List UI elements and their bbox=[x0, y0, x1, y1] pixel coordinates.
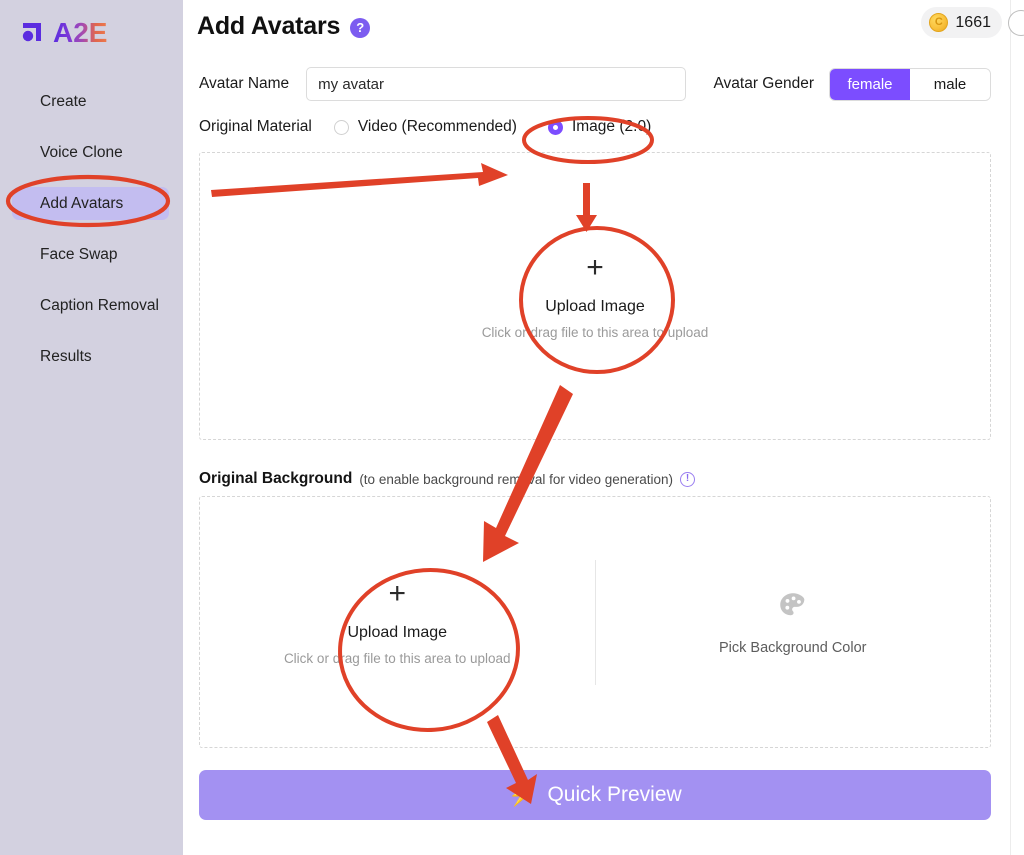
page-header: Add Avatars ? C 1661 bbox=[183, 0, 1024, 52]
sidebar-item-label: Results bbox=[40, 347, 92, 365]
credits-badge[interactable]: C 1661 bbox=[921, 7, 1002, 38]
app-root: A2E Create Voice Clone Add Avatars Face … bbox=[0, 0, 1024, 855]
sidebar: A2E Create Voice Clone Add Avatars Face … bbox=[0, 0, 183, 855]
sidebar-nav: Create Voice Clone Add Avatars Face Swap… bbox=[0, 85, 183, 373]
original-material-label: Original Material bbox=[199, 118, 312, 135]
user-avatar[interactable] bbox=[1008, 9, 1024, 36]
sidebar-item-create[interactable]: Create bbox=[12, 85, 169, 118]
a2e-mark-icon bbox=[22, 22, 41, 41]
brand-logo[interactable]: A2E bbox=[0, 0, 183, 52]
page-title: Add Avatars bbox=[197, 11, 341, 40]
radio-unchecked-icon bbox=[333, 119, 349, 135]
form-panel: Avatar Name Avatar Gender female male Or… bbox=[183, 52, 1024, 820]
sidebar-item-voice-clone[interactable]: Voice Clone bbox=[12, 136, 169, 169]
original-background-hint: (to enable background removal for video … bbox=[359, 471, 674, 487]
sidebar-item-label: Caption Removal bbox=[40, 296, 159, 314]
original-background-label: Original Background bbox=[199, 470, 353, 487]
upload-image-subtitle: Click or drag file to this area to uploa… bbox=[481, 324, 709, 340]
upload-image-title: Upload Image bbox=[545, 297, 645, 315]
background-upload-half[interactable]: + Upload Image Click or drag file to thi… bbox=[200, 497, 595, 747]
avatar-name-input[interactable] bbox=[306, 67, 687, 101]
gender-segmented-control: female male bbox=[829, 67, 991, 101]
radio-checked-icon bbox=[547, 119, 563, 135]
coin-icon: C bbox=[929, 13, 949, 32]
sidebar-item-add-avatars[interactable]: Add Avatars bbox=[12, 187, 169, 220]
gender-group: Avatar Gender female male bbox=[713, 67, 991, 101]
dropzone-inner: + Upload Image Click or drag file to thi… bbox=[481, 250, 709, 340]
material-option-label: Image (2.0) bbox=[571, 118, 652, 135]
sidebar-item-label: Add Avatars bbox=[40, 194, 124, 212]
quick-preview-button[interactable]: ⚡ Quick Preview bbox=[199, 770, 991, 820]
row-name-gender: Avatar Name Avatar Gender female male bbox=[199, 60, 991, 108]
background-dropzone: + Upload Image Click or drag file to thi… bbox=[199, 496, 991, 748]
header-right-cluster: C 1661 bbox=[921, 7, 1024, 38]
plus-icon: + bbox=[586, 250, 604, 284]
background-upload-title: Upload Image bbox=[347, 623, 448, 641]
info-icon[interactable]: ! bbox=[680, 471, 696, 487]
brand-name: A2E bbox=[53, 16, 108, 48]
original-background-heading: Original Background (to enable backgroun… bbox=[199, 470, 991, 488]
row-original-material: Original Material Video (Recommended) Im… bbox=[199, 110, 991, 144]
dropzone-inner: + Upload Image Click or drag file to thi… bbox=[283, 576, 511, 666]
sidebar-item-label: Face Swap bbox=[40, 245, 118, 263]
dropzone-inner: Pick Background Color bbox=[719, 589, 867, 656]
avatar-gender-label: Avatar Gender bbox=[713, 75, 814, 92]
credits-count: 1661 bbox=[955, 13, 991, 31]
pick-background-color-half[interactable]: Pick Background Color bbox=[596, 497, 991, 747]
quick-preview-label: Quick Preview bbox=[547, 783, 682, 806]
background-upload-subtitle: Click or drag file to this area to uploa… bbox=[283, 650, 511, 666]
sidebar-item-caption-removal[interactable]: Caption Removal bbox=[12, 289, 169, 322]
gender-option-male[interactable]: male bbox=[910, 68, 990, 100]
sidebar-item-label: Voice Clone bbox=[40, 143, 123, 161]
material-option-image[interactable]: Image (2.0) bbox=[547, 118, 652, 136]
gender-option-female[interactable]: female bbox=[830, 68, 910, 100]
lightning-bolt-icon: ⚡ bbox=[508, 783, 535, 807]
upload-image-dropzone[interactable]: + Upload Image Click or drag file to thi… bbox=[199, 152, 991, 440]
pick-background-color-label: Pick Background Color bbox=[719, 639, 867, 656]
material-option-video[interactable]: Video (Recommended) bbox=[333, 118, 517, 136]
material-option-label: Video (Recommended) bbox=[357, 118, 517, 135]
sidebar-item-label: Create bbox=[40, 92, 87, 110]
sidebar-item-results[interactable]: Results bbox=[12, 340, 169, 373]
plus-icon: + bbox=[388, 576, 407, 610]
main-content: Add Avatars ? C 1661 Avatar Name Avatar … bbox=[183, 0, 1024, 855]
palette-icon bbox=[780, 592, 805, 615]
help-icon[interactable]: ? bbox=[350, 17, 371, 38]
avatar-name-label: Avatar Name bbox=[199, 75, 290, 92]
sidebar-item-face-swap[interactable]: Face Swap bbox=[12, 238, 169, 271]
content-right-rule bbox=[1010, 0, 1011, 855]
